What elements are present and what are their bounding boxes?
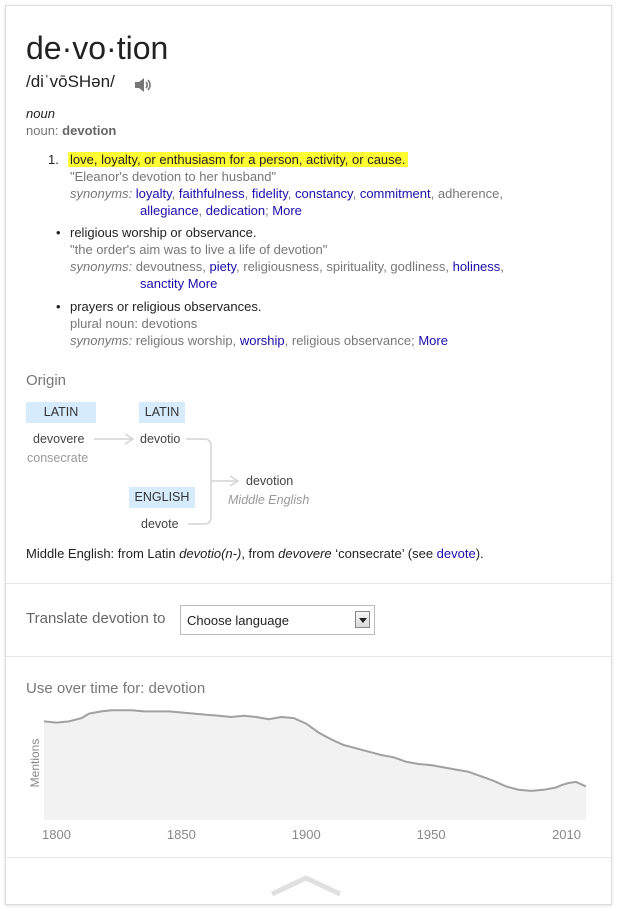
usage-title: Use over time for: devotion	[26, 680, 206, 697]
x-tick-label: 1900	[292, 827, 321, 842]
etym-devotio: devotio(n-)	[179, 546, 242, 561]
dictionary-card: de·vo·tion /diˈvōSHən/ noun noun: devoti…	[5, 5, 612, 905]
etym-prefix: Middle English: from Latin	[26, 546, 180, 561]
etym-end: ).	[475, 546, 484, 561]
devote-link[interactable]: devote	[437, 546, 476, 561]
x-tick-label: 2010	[552, 827, 581, 842]
chevron-up-icon[interactable]	[268, 872, 344, 898]
etym-consecrate: ‘consecrate’ (see	[331, 546, 437, 561]
y-axis-label: Mentions	[28, 739, 42, 788]
etym-mid: , from	[241, 546, 279, 561]
chevron-down-icon[interactable]	[355, 611, 370, 628]
etymology-text: Middle English: from Latin devotio(n-), …	[26, 546, 484, 561]
usage-area-fill	[44, 710, 586, 820]
language-select-value: Choose language	[187, 613, 289, 628]
language-select[interactable]: Choose language	[180, 605, 375, 635]
divider	[6, 656, 611, 657]
etym-devovere: devovere	[278, 546, 332, 561]
translate-label: Translate devotion to	[26, 610, 166, 627]
divider	[6, 583, 611, 584]
x-tick-label: 1850	[167, 827, 196, 842]
usage-chart: Mentions 1800 1850 1900 1950 2010	[28, 709, 587, 842]
x-tick-label: 1800	[42, 827, 71, 842]
divider	[6, 857, 611, 858]
origin-diagram-lines	[94, 433, 240, 525]
x-tick-label: 1950	[417, 827, 446, 842]
